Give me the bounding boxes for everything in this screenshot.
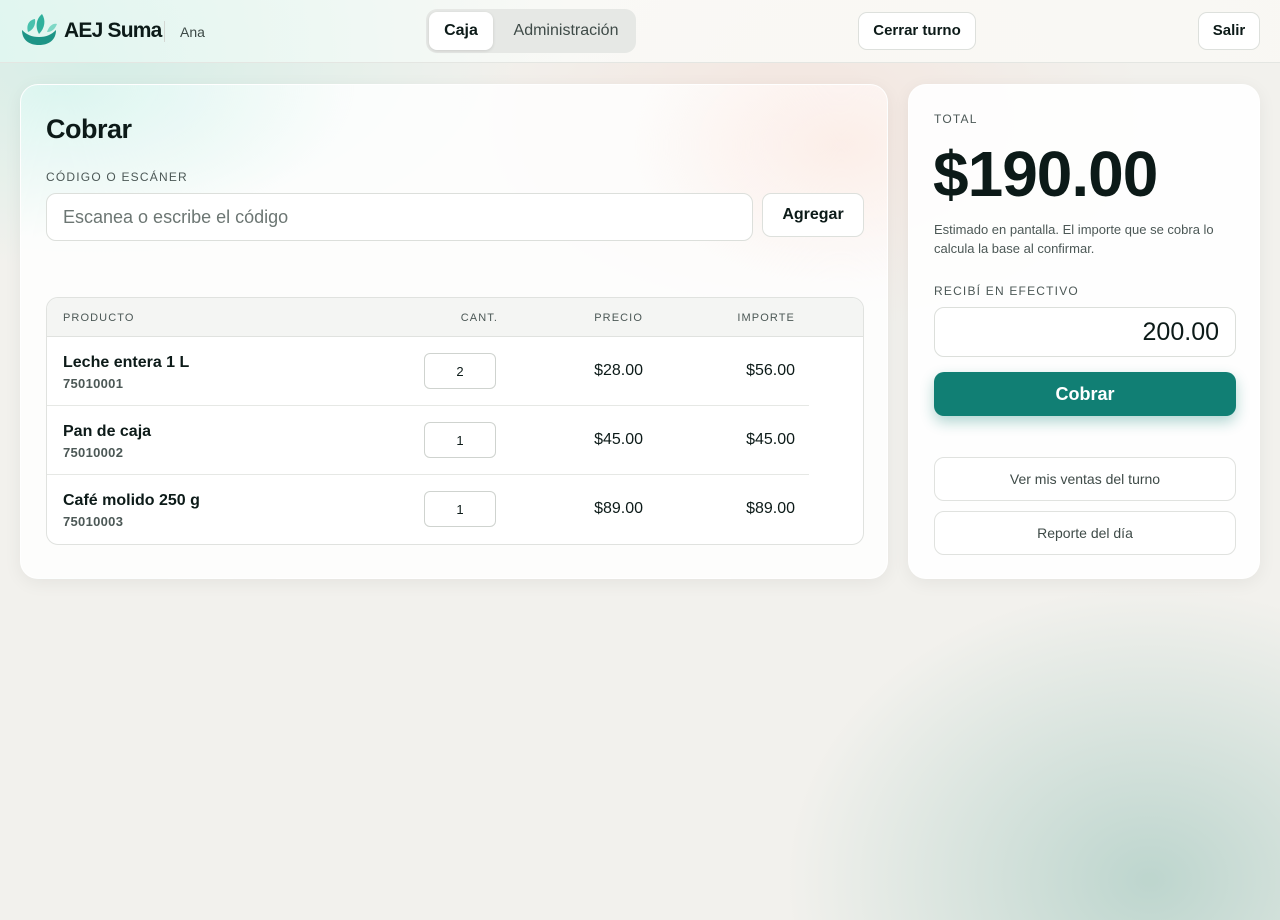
- total-amount: $190.00: [933, 138, 1158, 210]
- table-row: Café molido 250 g 75010003 $89.00 $89.00: [47, 475, 863, 544]
- cash-received-input[interactable]: [934, 307, 1236, 357]
- items-table: PRODUCTO CANT. PRECIO IMPORTE Leche ente…: [46, 297, 864, 545]
- product-name: Café molido 250 g: [63, 492, 200, 509]
- current-user: Ana: [180, 24, 205, 40]
- header-price: PRECIO: [594, 312, 643, 324]
- product-amount: $89.00: [746, 500, 795, 517]
- charge-panel: Cobrar CÓDIGO O ESCÁNER Agregar PRODUCTO…: [20, 84, 888, 579]
- shift-sales-button[interactable]: Ver mis ventas del turno: [934, 457, 1236, 501]
- cash-received-label: RECIBÍ EN EFECTIVO: [934, 284, 1079, 298]
- tab-administracion[interactable]: Administración: [501, 12, 631, 50]
- add-button[interactable]: Agregar: [762, 193, 864, 237]
- table-header: PRODUCTO CANT. PRECIO IMPORTE: [47, 298, 863, 337]
- logout-button[interactable]: Salir: [1198, 12, 1260, 50]
- close-shift-button[interactable]: Cerrar turno: [858, 12, 976, 50]
- leaf-bowl-icon: [22, 14, 57, 45]
- mode-switcher: Caja Administración: [426, 9, 636, 53]
- product-name: Leche entera 1 L: [63, 354, 190, 371]
- product-name: Pan de caja: [63, 423, 152, 440]
- summary-panel: TOTAL $190.00 Estimado en pantalla. El i…: [908, 84, 1260, 579]
- product-code: 75010003: [63, 514, 124, 529]
- header-qty: CANT.: [460, 312, 498, 324]
- quantity-input[interactable]: [424, 422, 496, 458]
- code-input[interactable]: [46, 193, 753, 241]
- table-row: Leche entera 1 L 75010001 $28.00 $56.00: [47, 337, 863, 406]
- table-row: Pan de caja 75010002 $45.00 $45.00: [47, 406, 863, 475]
- tab-caja[interactable]: Caja: [429, 12, 493, 50]
- product-code: 75010001: [63, 376, 124, 391]
- product-amount: $45.00: [746, 431, 795, 448]
- daily-report-button[interactable]: Reporte del día: [934, 511, 1236, 555]
- brand-name: AEJ Suma: [64, 19, 162, 42]
- page-title: Cobrar: [46, 114, 132, 144]
- header-amount: IMPORTE: [737, 312, 795, 324]
- header-product: PRODUCTO: [63, 312, 135, 324]
- product-price: $89.00: [594, 500, 643, 517]
- charge-button[interactable]: Cobrar: [934, 372, 1236, 416]
- total-label: TOTAL: [934, 112, 978, 126]
- quantity-input[interactable]: [424, 491, 496, 527]
- product-price: $45.00: [594, 431, 643, 448]
- brand-divider: [164, 21, 165, 42]
- product-code: 75010002: [63, 445, 124, 460]
- code-label: CÓDIGO O ESCÁNER: [46, 170, 188, 184]
- top-bar: AEJ Suma Ana Caja Administración Cerrar …: [0, 0, 1280, 63]
- quantity-input[interactable]: [424, 353, 496, 389]
- product-price: $28.00: [594, 362, 643, 379]
- product-amount: $56.00: [746, 362, 795, 379]
- total-note: Estimado en pantalla. El importe que se …: [934, 222, 1214, 256]
